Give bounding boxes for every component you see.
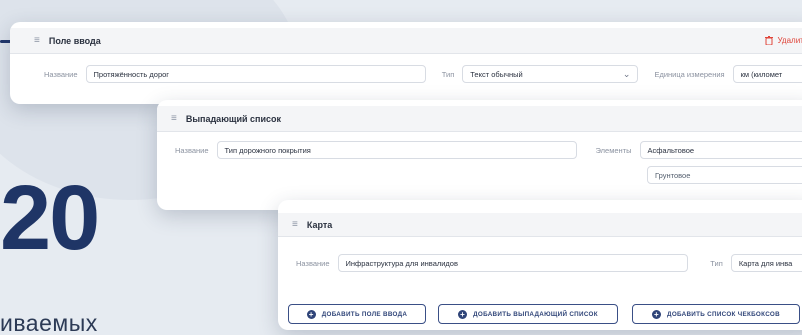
add-input-button[interactable]: + ДОБАВИТЬ ПОЛЕ ВВОДА [288, 304, 426, 324]
name-label: Название [44, 69, 78, 79]
input-field-row: Название Протяжённость дорог Тип Текст о… [10, 54, 802, 83]
dropdown-card: ≡ Выпадающий список Название Тип дорожно… [157, 100, 802, 210]
card-title: Поле ввода [48, 35, 101, 46]
drag-handle-icon[interactable]: ≡ [292, 219, 298, 230]
drag-handle-icon[interactable]: ≡ [171, 113, 177, 124]
card-title: Выпадающий список [185, 113, 282, 124]
card-header: ≡ Выпадающий список [157, 106, 802, 132]
card-header: ≡ Карта [278, 213, 802, 237]
input-field-card: ≡ Поле ввода Удалить Название Протяжённо… [10, 22, 802, 104]
add-checkbox-list-button[interactable]: + ДОБАВИТЬ СПИСОК ЧЕКБОКСОВ [632, 304, 800, 324]
name-input[interactable]: Протяжённость дорог [85, 65, 426, 83]
map-card: ≡ Карта Название Инфраструктура для инва… [278, 200, 802, 330]
card-header: ≡ Поле ввода Удалить [10, 28, 802, 54]
drag-handle-icon[interactable]: ≡ [34, 35, 40, 46]
trash-icon [765, 36, 774, 45]
type-select-value: Текст обычный [470, 69, 523, 79]
dropdown-row-2: Грунтовое [157, 159, 802, 184]
add-checkbox-list-label: ДОБАВИТЬ СПИСОК ЧЕКБОКСОВ [667, 310, 780, 318]
big-number: 20 [0, 167, 100, 269]
add-dropdown-button[interactable]: + ДОБАВИТЬ ВЫПАДАЮЩИЙ СПИСОК [438, 304, 618, 324]
background-text: иваемых [0, 310, 98, 335]
plus-icon: + [306, 309, 316, 319]
delete-label: Удалить [777, 36, 802, 45]
element-input-2[interactable]: Грунтовое [647, 166, 802, 184]
card-title: Карта [306, 219, 333, 230]
plus-icon: + [652, 309, 662, 319]
map-row: Название Инфраструктура для инвалидов Ти… [278, 237, 802, 272]
unit-input[interactable]: км (километ [732, 65, 802, 83]
add-input-label: ДОБАВИТЬ ПОЛЕ ВВОДА [321, 310, 408, 318]
type-select[interactable]: Карта для инва [730, 254, 802, 272]
add-dropdown-label: ДОБАВИТЬ ВЫПАДАЮЩИЙ СПИСОК [473, 310, 598, 318]
type-select[interactable]: Текст обычный ⌄ [462, 65, 639, 83]
type-label: Тип [710, 258, 723, 268]
chevron-down-icon: ⌄ [622, 68, 631, 79]
delete-button[interactable]: Удалить [765, 36, 802, 45]
element-input-1[interactable]: Асфальтовое [639, 141, 802, 159]
name-input[interactable]: Инфраструктура для инвалидов [337, 254, 689, 272]
name-label: Название [175, 145, 209, 155]
unit-label: Единица измерения [654, 69, 725, 79]
type-label: Тип [441, 69, 455, 79]
name-input[interactable]: Тип дорожного покрытия [216, 141, 577, 159]
dropdown-row: Название Тип дорожного покрытия Элементы… [157, 132, 802, 159]
elements-label: Элементы [595, 145, 632, 155]
name-label: Название [296, 258, 330, 268]
plus-icon: + [458, 309, 468, 319]
